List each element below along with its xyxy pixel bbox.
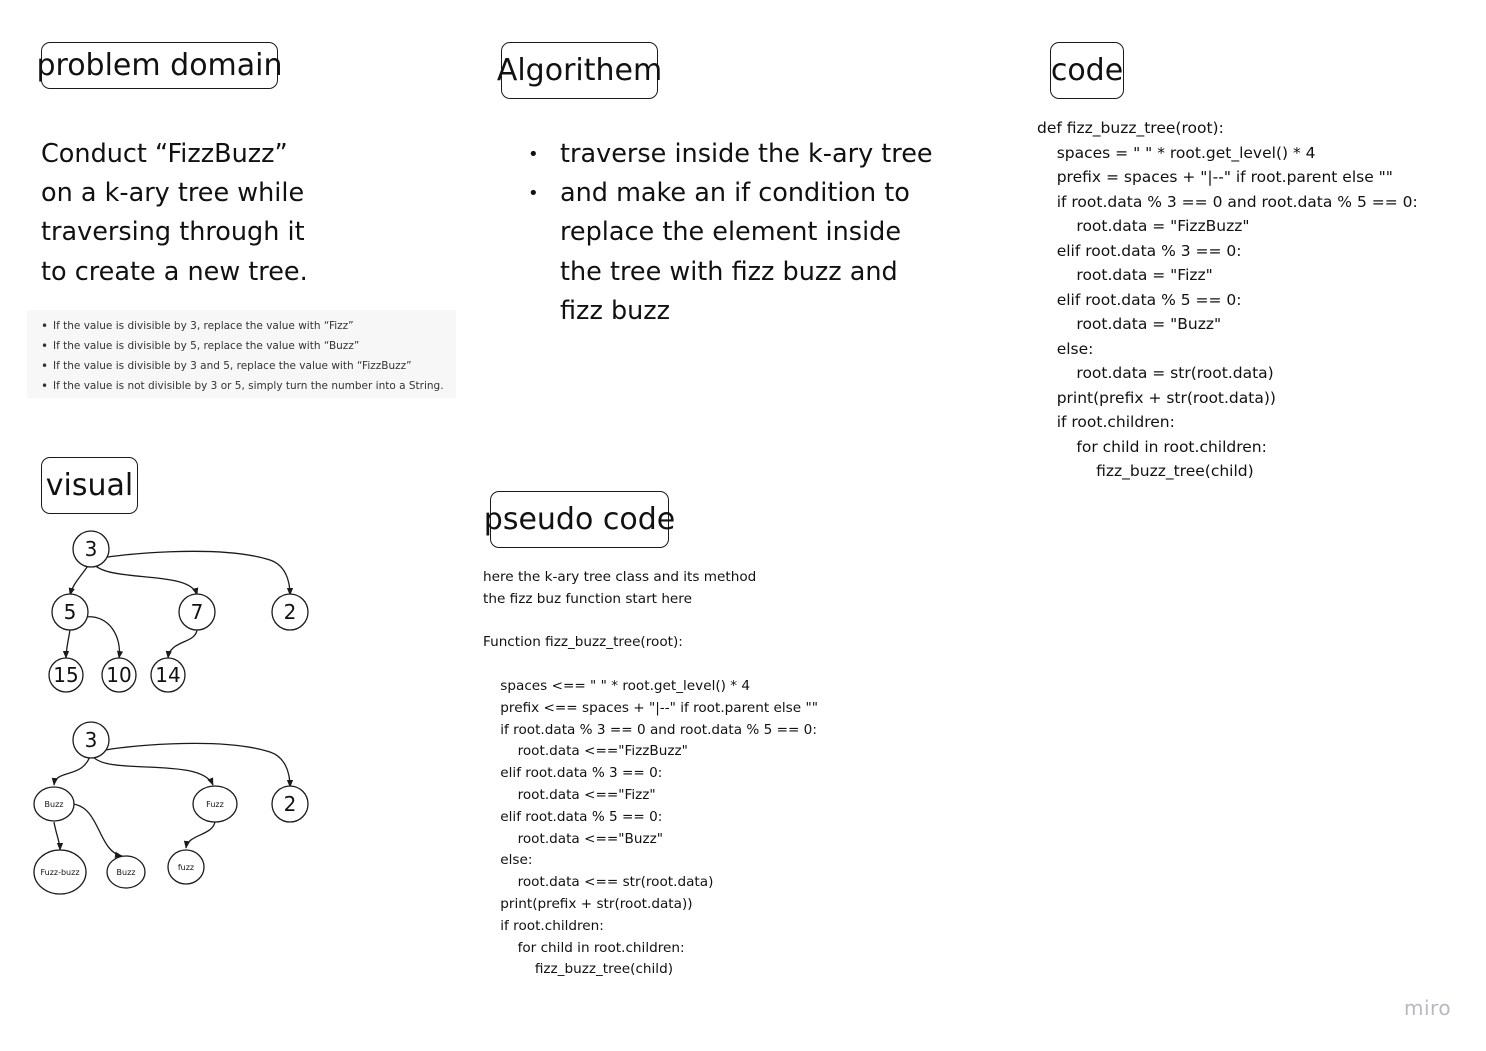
tree-before-labels: 3 5 7 2 15 10 14 <box>53 537 296 687</box>
rule-item: If the value is divisible by 3 and 5, re… <box>27 356 456 376</box>
code-line: print(prefix + str(root.data)) <box>1037 388 1276 407</box>
tree-node-label: Fuzz <box>206 800 224 809</box>
algorithm-bullet: • and make an if condition to replace th… <box>528 174 948 331</box>
tree-node-label: 2 <box>284 792 297 816</box>
algorithm-title: Algorithem <box>497 42 662 99</box>
tree-edge <box>90 752 214 786</box>
code-line: root.data = "Buzz" <box>1037 315 1222 333</box>
code-line: def fizz_buzz_tree(root): <box>1037 119 1224 137</box>
code-line: if root.data % 3 == 0 and root.data % 5 … <box>1037 192 1418 211</box>
code-line: Function fizz_buzz_tree(root): <box>483 634 683 651</box>
code-line: root.data <=="FizzBuzz" <box>483 743 688 760</box>
tree-edge <box>90 559 199 596</box>
code-line: here the k-ary tree class and its method <box>483 569 757 585</box>
code-line: for child in root.children: <box>1037 437 1267 456</box>
visual-title: visual <box>41 457 138 514</box>
tree-node-label: 7 <box>191 600 204 624</box>
tree-node-label: Buzz <box>117 868 136 877</box>
code-line: root.data = "Fizz" <box>1037 266 1213 284</box>
tree-edge <box>62 629 71 659</box>
code-line: if root.children: <box>483 917 604 934</box>
algorithm-line: and make an if condition to <box>560 178 910 209</box>
bullet-dot: • <box>528 183 539 205</box>
tree-edge <box>53 821 64 851</box>
rule-item: If the value is divisible by 5, replace … <box>27 336 456 356</box>
tree-edge <box>84 616 124 659</box>
tree-node-label: 10 <box>106 663 131 687</box>
code-line: prefix <== spaces + "|--" if root.parent… <box>483 699 818 716</box>
code-line: elif root.data % 3 == 0: <box>483 765 663 782</box>
code-line: elif root.data % 5 == 0: <box>483 808 663 825</box>
tree-node-label: Fuzz-buzz <box>40 868 79 877</box>
algorithm-line: traverse inside the k-ary tree <box>560 139 933 169</box>
tree-edge <box>165 629 198 659</box>
code-line: if root.data % 3 == 0 and root.data % 5 … <box>483 721 817 738</box>
code-line: for child in root.children: <box>483 939 685 956</box>
code-block: def fizz_buzz_tree(root): spaces = " " *… <box>1037 116 1418 484</box>
code-line: spaces = " " * root.get_level() * 4 <box>1037 143 1316 162</box>
pseudo-code-title: pseudo code <box>484 491 675 548</box>
description-line: on a k-ary tree while <box>41 178 305 209</box>
code-line: elif root.data % 5 == 0: <box>1037 290 1242 309</box>
code-line: print(prefix + str(root.data)) <box>483 895 693 912</box>
code-line: root.data <=="Buzz" <box>483 830 663 847</box>
code-line: root.data = "FizzBuzz" <box>1037 217 1250 235</box>
code-line: else: <box>483 852 533 869</box>
rules-snippet: If the value is divisible by 3, replace … <box>27 310 456 398</box>
algorithm-bullet: • traverse inside the k-ary tree <box>528 135 948 174</box>
tree-node-label: 15 <box>53 663 78 687</box>
code-line: spaces <== " " * root.get_level() * 4 <box>483 677 751 694</box>
description-line: to create a new tree. <box>41 256 308 287</box>
code-line: root.data <=="Fizz" <box>483 786 656 803</box>
code-line: root.data = str(root.data) <box>1037 364 1274 382</box>
tree-node-label: Buzz <box>45 800 64 809</box>
tree-node-label: 3 <box>85 728 98 752</box>
tree-node-label: fuzz <box>178 863 194 872</box>
algorithm-line: the tree with fizz buzz and <box>560 256 898 287</box>
code-title: code <box>1050 42 1124 99</box>
algorithm-list: • traverse inside the k-ary tree • and m… <box>528 135 948 331</box>
problem-description: Conduct “FizzBuzz” on a k-ary tree while… <box>41 135 441 292</box>
code-line: the fizz buz function start here <box>483 590 692 607</box>
rule-item: If the value is divisible by 3, replace … <box>27 316 456 336</box>
rule-item: If the value is not divisible by 3 or 5,… <box>27 376 456 396</box>
problem-domain-title: problem domain <box>36 42 283 89</box>
tree-diagrams: 3 5 7 2 15 10 14 3 Buzz Fuzz 2 Fuzz-buzz… <box>33 530 309 895</box>
tree-edge <box>71 803 123 858</box>
code-line: if root.children: <box>1037 413 1175 431</box>
tree-node-label: 5 <box>64 600 77 624</box>
algorithm-line: replace the element inside <box>560 217 902 248</box>
tree-before-edges <box>62 550 294 659</box>
tree-node-label: 2 <box>284 600 297 624</box>
code-line: root.data <== str(root.data) <box>483 874 714 891</box>
description-line: traversing through it <box>41 217 305 248</box>
code-line: prefix = spaces + "|--" if root.parent e… <box>1037 168 1393 186</box>
code-line: elif root.data % 3 == 0: <box>1037 241 1242 260</box>
tree-node-label: 3 <box>85 537 98 561</box>
miro-logo: miro <box>1404 996 1452 1020</box>
tree-after-edges <box>51 742 294 858</box>
code-line: else: <box>1037 339 1094 358</box>
bullet-dot: • <box>528 144 539 165</box>
algorithm-line: fizz buzz <box>560 295 671 326</box>
code-line: fizz_buzz_tree(child) <box>483 961 674 978</box>
tree-node-label: 14 <box>155 663 180 687</box>
pseudo-code-block: here the k-ary tree class and its method… <box>483 567 818 981</box>
code-line: fizz_buzz_tree(child) <box>1037 462 1254 480</box>
description-line: Conduct “FizzBuzz” <box>41 139 288 169</box>
tree-edge <box>183 821 216 849</box>
tree-edge <box>90 550 294 596</box>
